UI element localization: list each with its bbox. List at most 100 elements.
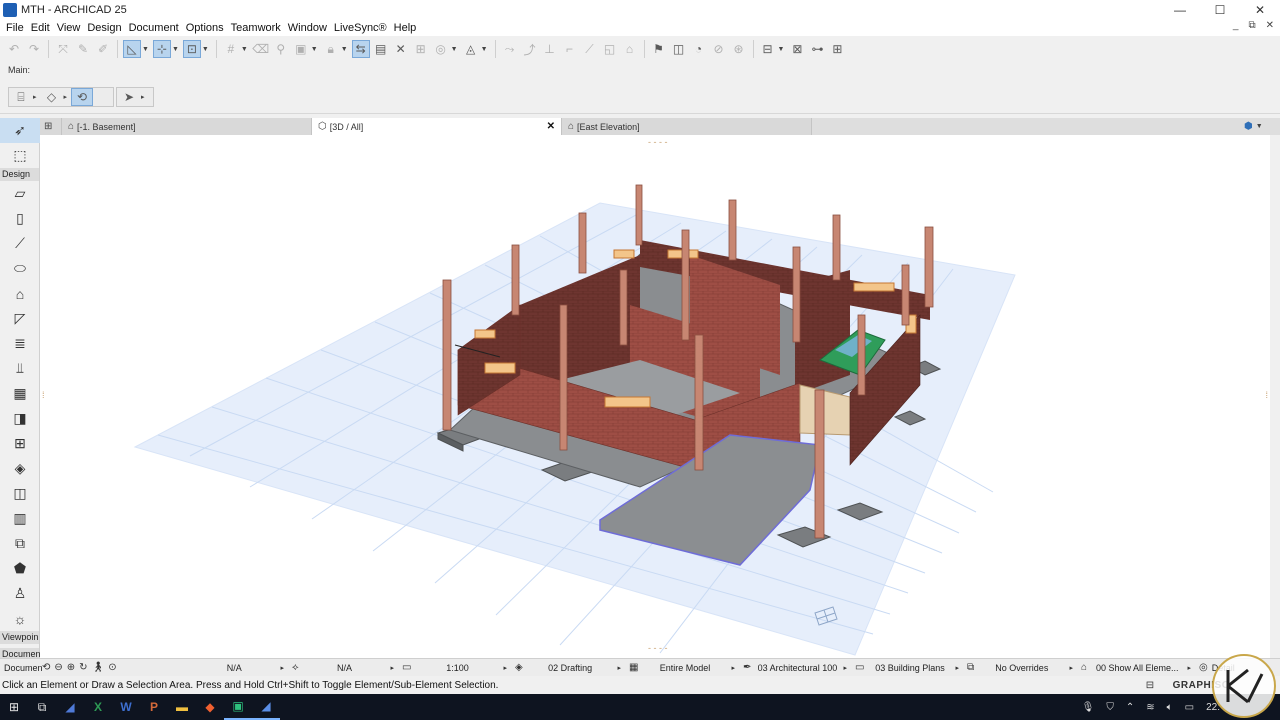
- group-icon[interactable]: ▣: [292, 40, 310, 58]
- tab-3d-all[interactable]: ⬡ [3D / All] ✕: [312, 118, 562, 135]
- chevron-right-icon[interactable]: ▸: [141, 93, 145, 101]
- chevron-down-icon[interactable]: ▼: [311, 46, 318, 53]
- graphic-overrides-field[interactable]: ⧉ No Overrides ▸: [963, 659, 1077, 677]
- object-tool[interactable]: ◫: [0, 481, 40, 506]
- menu-teamwork[interactable]: Teamwork: [229, 22, 286, 34]
- bottom-resize-handle[interactable]: - - - -: [648, 643, 668, 653]
- edit-5-icon[interactable]: ⟋: [581, 40, 599, 58]
- menu-edit[interactable]: Edit: [29, 22, 55, 34]
- suspend-groups-icon[interactable]: ⊞: [412, 40, 430, 58]
- microphone-icon[interactable]: 🎙︎: [1082, 702, 1095, 713]
- tab-east-elevation[interactable]: ⌂ [East Elevation]: [562, 118, 812, 135]
- edit-7-icon[interactable]: ⌂: [621, 40, 639, 58]
- renovation-filter-field[interactable]: ⌂ 00 Show All Eleme... ▸: [1077, 659, 1195, 677]
- pick-up-parameters-icon[interactable]: ⤧: [54, 40, 72, 58]
- zoom-in-icon[interactable]: ⊕: [67, 662, 75, 673]
- maximize-button[interactable]: ☐: [1200, 0, 1240, 20]
- syringe-icon[interactable]: ✐: [94, 40, 112, 58]
- zoom-out-icon[interactable]: ⊖: [54, 662, 62, 673]
- left-resize-handle[interactable]: ⁞: [42, 390, 45, 400]
- menu-design[interactable]: Design: [85, 22, 126, 34]
- chevron-down-icon[interactable]: ▼: [142, 46, 149, 53]
- window-tile-icon[interactable]: ⊟: [1146, 680, 1155, 691]
- menu-view[interactable]: View: [55, 22, 86, 34]
- shell-tool[interactable]: ◸: [0, 306, 40, 331]
- edit-4-icon[interactable]: ⌐: [561, 40, 579, 58]
- snap-points-icon[interactable]: ⊡: [182, 40, 201, 58]
- layer-combination-field[interactable]: ◈ 02 Drafting ▸: [511, 659, 625, 677]
- organizer-icon[interactable]: ⊶: [808, 40, 826, 58]
- model-view-field[interactable]: ▦ Entire Model ▸: [625, 659, 739, 677]
- renovation-icon[interactable]: ◬: [462, 40, 480, 58]
- volume-icon[interactable]: 🔈︎: [1167, 702, 1173, 713]
- menu-document[interactable]: Document: [127, 22, 184, 34]
- chevron-down-icon[interactable]: ▼: [481, 46, 488, 53]
- menu-help[interactable]: Help: [392, 22, 422, 34]
- snap-guides-icon[interactable]: ◺: [123, 40, 141, 58]
- excel-icon[interactable]: X: [84, 694, 112, 720]
- close-button[interactable]: ✕: [1240, 0, 1280, 20]
- toolbox-section-viewpoint[interactable]: Viewpoin: [0, 631, 39, 644]
- toolbox-section-design[interactable]: Design: [0, 168, 39, 181]
- chevron-down-icon[interactable]: ▼: [172, 46, 179, 53]
- navigator-icon[interactable]: ⊞: [828, 40, 846, 58]
- floor-plan-cut-icon[interactable]: ▤: [372, 40, 390, 58]
- shield-icon[interactable]: ⛉: [1106, 702, 1114, 713]
- wall-tool[interactable]: ▱: [0, 181, 40, 206]
- lamp-tool[interactable]: ♙: [0, 581, 40, 606]
- chevron-down-icon[interactable]: ▼: [451, 46, 458, 53]
- chevron-right-icon[interactable]: ▸: [64, 93, 68, 101]
- archicad-taskbar-icon[interactable]: ◢: [252, 694, 280, 720]
- geometry-method-icon[interactable]: ⌸: [10, 88, 32, 106]
- zone-tool[interactable]: ▥: [0, 506, 40, 531]
- brave-browser-icon[interactable]: ◆: [196, 694, 224, 720]
- rotate-method-icon[interactable]: ◇: [41, 88, 63, 106]
- explode-icon[interactable]: ✕: [392, 40, 410, 58]
- wifi-icon[interactable]: ≋: [1146, 702, 1154, 713]
- teamwork-1-icon[interactable]: ⊘: [710, 40, 728, 58]
- trace-icon[interactable]: ⇆: [351, 40, 370, 58]
- marquee-tool[interactable]: ⬚: [0, 143, 40, 168]
- walk-icon[interactable]: 🚶︎: [92, 662, 105, 673]
- doc-close-icon[interactable]: ✕: [1266, 20, 1274, 31]
- eyedropper-icon[interactable]: ✎: [74, 40, 92, 58]
- tab-basement[interactable]: ⌂ [-1. Basement]: [62, 118, 312, 135]
- chevron-down-icon[interactable]: ▼: [778, 46, 785, 53]
- battery-icon[interactable]: ▭: [1185, 702, 1194, 713]
- doc-restore-icon[interactable]: ⧉: [1248, 20, 1255, 31]
- undo-icon[interactable]: ↶: [5, 40, 23, 58]
- beam-tool[interactable]: ⟋: [0, 231, 40, 256]
- chevron-up-icon[interactable]: ⌃: [1126, 702, 1134, 713]
- word-icon[interactable]: W: [112, 694, 140, 720]
- menu-options[interactable]: Options: [184, 22, 229, 34]
- morph-tool[interactable]: ⬟: [0, 556, 40, 581]
- top-resize-handle[interactable]: - - - -: [648, 137, 668, 147]
- guide-lines-icon[interactable]: ⊹: [152, 40, 171, 58]
- model-view-options-field[interactable]: ▭ 03 Building Plans ▸: [851, 659, 963, 677]
- mesh-tool[interactable]: ⧉: [0, 531, 40, 556]
- lock-icon[interactable]: 🔒︎: [322, 40, 340, 58]
- chevron-down-icon[interactable]: ▼: [202, 46, 209, 53]
- windows-start-icon[interactable]: ⊞: [0, 694, 28, 720]
- 3d-viewport[interactable]: - - - - - - - - ⁞ ⁞: [40, 135, 1270, 658]
- stair-tool[interactable]: ≣: [0, 331, 40, 356]
- flag-icon[interactable]: ⚑: [650, 40, 668, 58]
- edit-2-icon[interactable]: ⤴: [521, 40, 539, 58]
- orbit-icon[interactable]: ↻: [79, 662, 87, 673]
- powerpoint-icon[interactable]: P: [140, 694, 168, 720]
- view-map-icon[interactable]: ⊟: [759, 40, 777, 58]
- menu-file[interactable]: File: [4, 22, 29, 34]
- find-select-icon[interactable]: ◔: [690, 40, 708, 58]
- zoom-window-icon[interactable]: ⊙: [108, 662, 116, 673]
- eraser-icon[interactable]: ⌫: [252, 40, 270, 58]
- relative-construction-icon[interactable]: ⟲: [71, 88, 94, 106]
- file-explorer-icon[interactable]: ▬: [168, 694, 196, 720]
- grid-snap-icon[interactable]: #: [222, 40, 240, 58]
- railing-tool[interactable]: ⫫: [0, 356, 40, 381]
- magic-wand-icon[interactable]: ⚲: [272, 40, 290, 58]
- rotate-icon[interactable]: ⟲: [42, 662, 50, 673]
- tab-overview-button[interactable]: ⊞: [40, 118, 62, 135]
- sun-tool[interactable]: ☼: [0, 606, 40, 631]
- skylight-tool[interactable]: ◈: [0, 456, 40, 481]
- slab-tool[interactable]: ⬭: [0, 256, 40, 281]
